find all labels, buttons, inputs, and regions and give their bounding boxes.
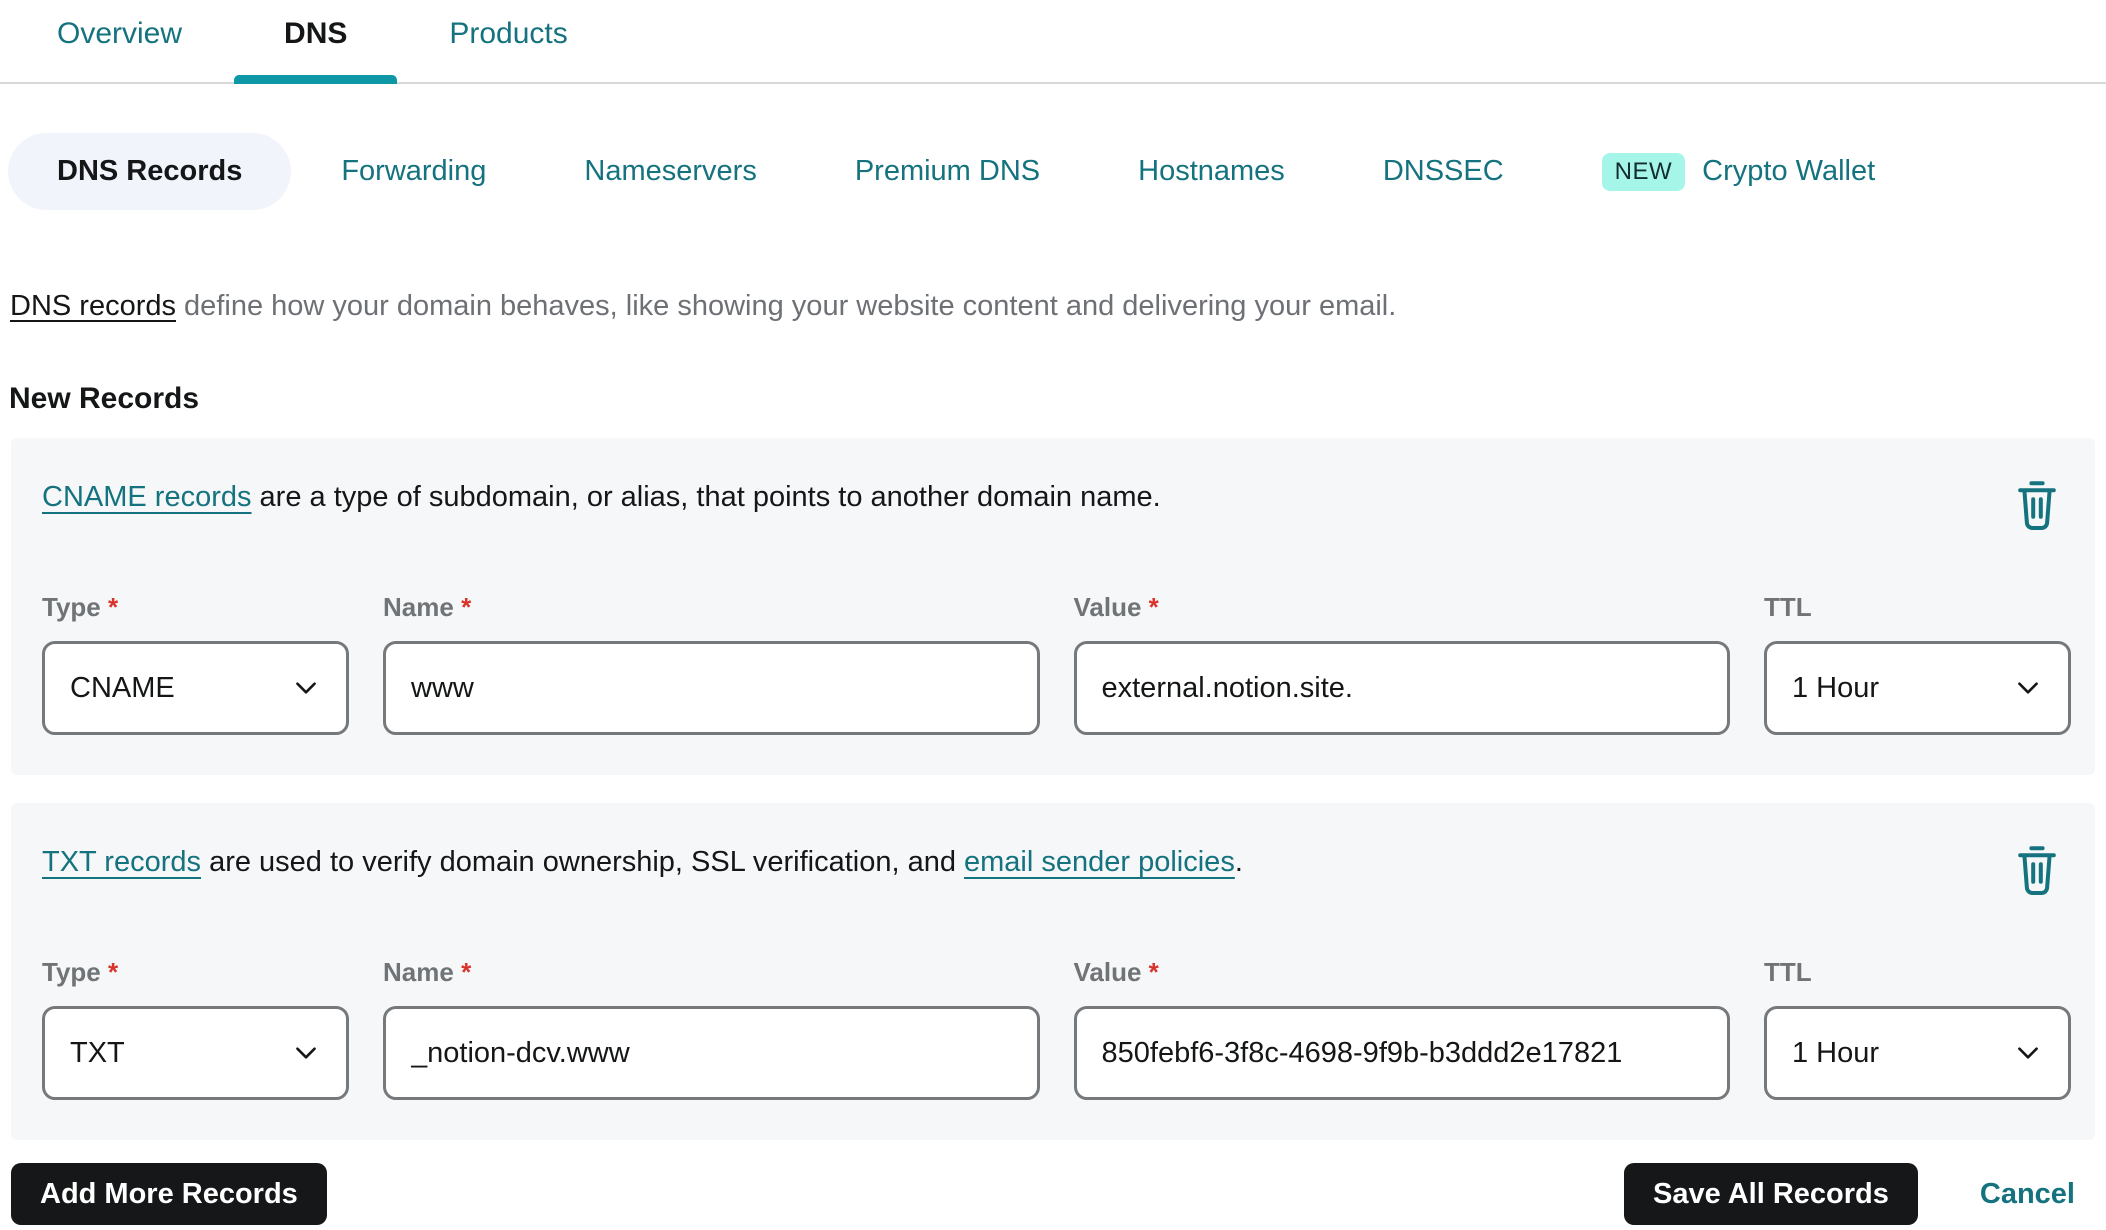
txt-description-text: are used to verify domain ownership, SSL… bbox=[201, 846, 965, 878]
tab-products[interactable]: Products bbox=[449, 16, 567, 82]
new-badge: NEW bbox=[1601, 152, 1686, 191]
required-asterisk: * bbox=[1148, 957, 1159, 987]
required-asterisk: * bbox=[461, 957, 472, 987]
chevron-down-icon bbox=[2018, 1047, 2038, 1059]
required-asterisk: * bbox=[1148, 592, 1159, 622]
subtab-hostnames[interactable]: Hostnames bbox=[1138, 155, 1285, 188]
tab-overview[interactable]: Overview bbox=[57, 16, 182, 82]
chevron-down-icon bbox=[2018, 682, 2038, 694]
email-sender-policies-link[interactable]: email sender policies bbox=[964, 846, 1235, 878]
value-label: Value * bbox=[1073, 957, 1159, 987]
txt-name-field: Name * bbox=[383, 957, 1040, 1100]
chevron-down-icon bbox=[296, 682, 316, 694]
txt-type-field: Type * TXT bbox=[42, 957, 349, 1100]
txt-type-select[interactable]: TXT bbox=[42, 1006, 349, 1100]
txt-name-input[interactable] bbox=[411, 1036, 1012, 1070]
trash-icon bbox=[2018, 846, 2056, 895]
txt-ttl-select[interactable]: 1 Hour bbox=[1764, 1006, 2071, 1100]
cname-record-card: CNAME records are a type of subdomain, o… bbox=[11, 438, 2095, 775]
txt-card-description: TXT records are used to verify domain ow… bbox=[42, 843, 1243, 881]
value-label: Value * bbox=[1073, 592, 1159, 622]
type-label: Type * bbox=[42, 957, 119, 987]
tab-dns[interactable]: DNS bbox=[233, 16, 398, 84]
subtab-crypto-wallet[interactable]: NEW Crypto Wallet bbox=[1601, 152, 1876, 191]
subtab-dns-records[interactable]: DNS Records bbox=[8, 133, 292, 210]
cname-name-field: Name * bbox=[383, 592, 1040, 735]
cname-records-link[interactable]: CNAME records bbox=[42, 481, 252, 513]
subtab-nameservers[interactable]: Nameservers bbox=[584, 155, 756, 188]
footer-actions: Add More Records Save All Records Cancel bbox=[11, 1163, 2095, 1225]
required-asterisk: * bbox=[108, 592, 119, 622]
txt-description-text2: . bbox=[1234, 846, 1243, 878]
dns-subtabs: DNS Records Forwarding Nameservers Premi… bbox=[8, 133, 2106, 210]
subtab-dnssec[interactable]: DNSSEC bbox=[1383, 155, 1504, 188]
name-label: Name * bbox=[383, 957, 472, 987]
cname-type-select[interactable]: CNAME bbox=[42, 641, 349, 735]
dns-intro: DNS records define how your domain behav… bbox=[10, 288, 2106, 324]
cname-type-value: CNAME bbox=[70, 671, 175, 704]
cname-ttl-select[interactable]: 1 Hour bbox=[1764, 641, 2071, 735]
dns-intro-text: define how your domain behaves, like sho… bbox=[176, 290, 1397, 322]
txt-ttl-field: TTL 1 Hour bbox=[1764, 957, 2071, 1100]
required-asterisk: * bbox=[108, 957, 119, 987]
chevron-down-icon bbox=[296, 1047, 316, 1059]
name-label: Name * bbox=[383, 592, 472, 622]
cname-card-description: CNAME records are a type of subdomain, o… bbox=[42, 478, 1161, 516]
subtab-premium-dns[interactable]: Premium DNS bbox=[855, 155, 1040, 188]
txt-value-field: Value * bbox=[1073, 957, 1730, 1100]
subtab-crypto-wallet-label: Crypto Wallet bbox=[1702, 155, 1876, 187]
txt-record-card: TXT records are used to verify domain ow… bbox=[11, 803, 2095, 1140]
ttl-label: TTL bbox=[1764, 957, 1812, 987]
ttl-label: TTL bbox=[1764, 592, 1812, 622]
add-more-records-button[interactable]: Add More Records bbox=[11, 1163, 327, 1225]
cname-value-input[interactable] bbox=[1101, 671, 1702, 705]
cname-description-text: are a type of subdomain, or alias, that … bbox=[251, 481, 1161, 513]
trash-icon bbox=[2018, 481, 2056, 530]
txt-value-input[interactable] bbox=[1101, 1036, 1702, 1070]
save-all-records-button[interactable]: Save All Records bbox=[1624, 1163, 1918, 1225]
domain-tabbar: Overview DNS Products bbox=[0, 0, 2106, 84]
type-label: Type * bbox=[42, 592, 119, 622]
required-asterisk: * bbox=[461, 592, 472, 622]
cname-ttl-value: 1 Hour bbox=[1792, 671, 1880, 704]
cname-type-field: Type * CNAME bbox=[42, 592, 349, 735]
subtab-forwarding[interactable]: Forwarding bbox=[341, 155, 486, 188]
txt-ttl-value: 1 Hour bbox=[1792, 1036, 1880, 1069]
cname-name-input[interactable] bbox=[411, 671, 1012, 705]
cname-ttl-field: TTL 1 Hour bbox=[1764, 592, 2071, 735]
txt-type-value: TXT bbox=[70, 1036, 125, 1069]
new-records-heading: New Records bbox=[9, 382, 200, 415]
txt-records-link[interactable]: TXT records bbox=[42, 846, 201, 878]
delete-txt-record-button[interactable] bbox=[2015, 845, 2059, 895]
cancel-link[interactable]: Cancel bbox=[1980, 1178, 2075, 1211]
dns-records-link[interactable]: DNS records bbox=[10, 290, 176, 322]
cname-value-field: Value * bbox=[1073, 592, 1730, 735]
delete-cname-record-button[interactable] bbox=[2015, 480, 2059, 530]
